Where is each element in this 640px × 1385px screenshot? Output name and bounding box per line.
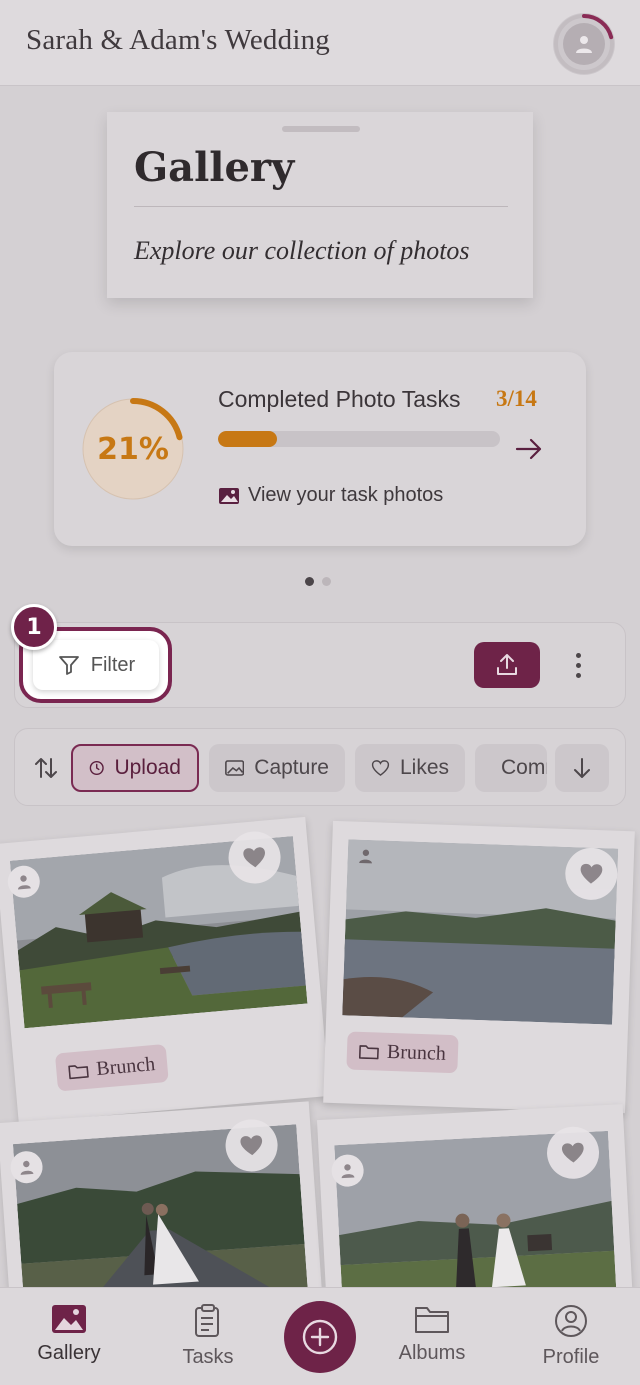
photo-card[interactable]: Brunch [323,820,635,1114]
sort-chip-label: Likes [399,756,449,779]
progress-bar-fill [218,431,278,447]
arrow-down-icon [574,758,590,778]
step-badge: 1 [11,604,57,650]
tasks-title: Completed Photo Tasks [218,386,461,412]
view-task-photos-label: View your task photos [248,484,444,506]
nav-gallery[interactable]: Gallery [14,1304,124,1365]
progress-bar [218,431,500,447]
add-photo-button[interactable] [284,1301,356,1373]
sort-chip-upload[interactable]: Upload [71,744,199,792]
page-subtitle: Explore our collection of photos [134,236,470,265]
divider [134,206,508,207]
filter-button[interactable]: Filter [33,640,159,690]
user-icon [341,1164,355,1179]
photo-card[interactable]: Brunch [0,816,330,1124]
nav-label: Tasks [182,1346,234,1368]
nav-tasks[interactable]: Tasks [153,1304,263,1369]
upload-button[interactable] [474,642,540,688]
scroll-down-button[interactable] [555,744,609,792]
user-icon [359,849,372,864]
user-icon [576,36,592,53]
album-tag-label: Brunch [95,1052,156,1080]
nav-label: Albums [398,1342,466,1364]
heart-icon [240,1135,263,1156]
nav-label: Profile [542,1346,600,1368]
gallery-title-card: Gallery Explore our collection of photos [107,112,533,298]
carousel-dot[interactable] [305,577,314,586]
profile-avatar-button[interactable] [553,13,615,75]
carousel-dot[interactable] [322,577,331,586]
more-dot [575,652,581,658]
album-tag[interactable]: Brunch [54,1043,169,1092]
app-title: Sarah & Adam's Wedding [26,24,330,56]
tasks-count: 3/14 [496,386,537,411]
clock-icon [89,760,104,776]
heart-icon [561,1142,584,1163]
photo-tasks-card[interactable]: 21% Completed Photo Tasks 3/14 View your… [54,352,586,546]
bottom-nav: Gallery Tasks Albums Profile [0,1287,640,1385]
card-grip [282,126,360,132]
nav-albums[interactable]: Albums [377,1304,487,1365]
album-tag-label: Brunch [386,1040,447,1065]
progress-percent: 21% [97,431,169,467]
heart-icon [243,847,265,868]
plus-circle-icon [302,1319,338,1355]
folder-icon [358,1045,379,1060]
gallery-icon [52,1305,86,1333]
sort-chip-comments[interactable]: Comments [475,744,547,792]
clipboard-icon [195,1304,219,1337]
more-dot [575,672,581,678]
sort-chip-label: Capture [254,756,329,779]
image-icon [225,760,245,776]
image-icon [219,487,239,504]
filter-icon [58,656,79,675]
page-title: Gallery [134,144,295,191]
folder-icon [68,1065,89,1080]
filter-label: Filter [90,653,136,676]
nav-profile[interactable]: Profile [516,1304,626,1369]
progress-circle: 21% [80,396,186,502]
upload-icon [497,654,517,675]
sort-chip-label: Upload [114,756,181,779]
avatar [563,23,605,65]
more-options-button[interactable] [566,648,590,682]
user-icon [20,1160,34,1175]
app-header: Sarah & Adam's Wedding [0,0,640,86]
nav-label: Gallery [37,1342,101,1364]
sort-chip-label: Comments [501,756,547,779]
sort-chip-likes[interactable]: Likes [355,744,465,792]
heart-icon [580,863,603,884]
view-task-photos-link[interactable]: View your task photos [218,484,443,507]
sort-chip-capture[interactable]: Capture [209,744,345,792]
heart-outline-icon [371,760,390,777]
sort-icon[interactable] [33,755,59,781]
sort-bar: Upload Capture Likes Comments [14,728,626,806]
album-tag[interactable]: Brunch [346,1031,459,1074]
carousel-dots[interactable] [305,577,331,586]
arrow-right-icon[interactable] [514,434,544,464]
profile-icon [555,1305,587,1337]
folder-icon [415,1307,449,1333]
more-dot [575,662,581,668]
user-icon [18,875,31,890]
